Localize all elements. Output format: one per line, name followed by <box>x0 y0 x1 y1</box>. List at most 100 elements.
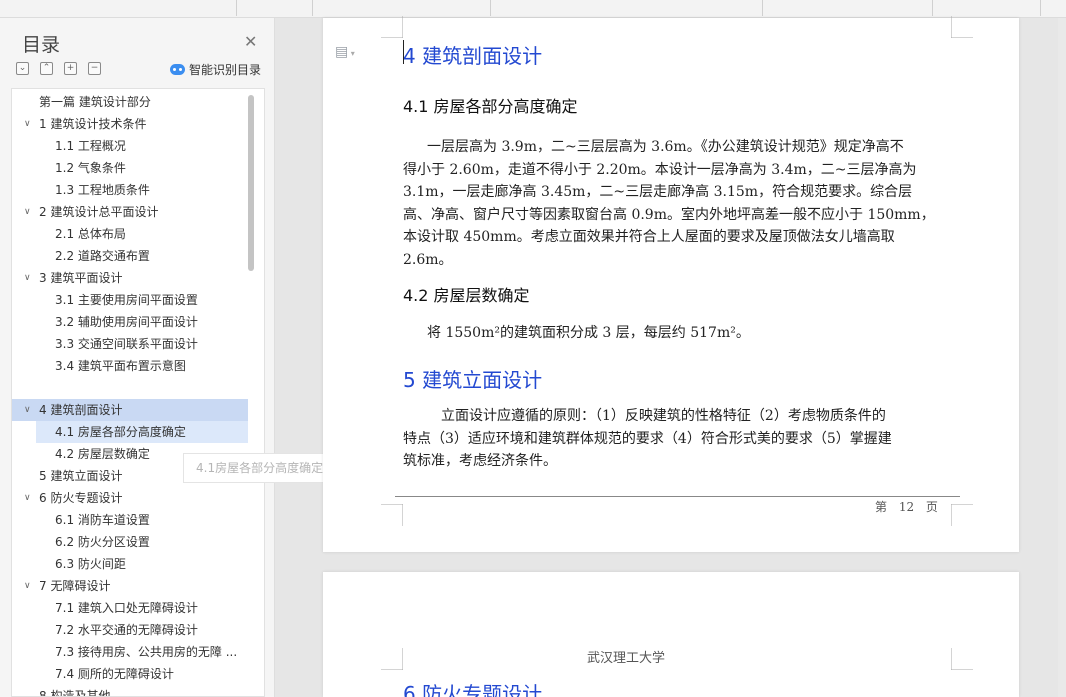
toolbar-separator <box>236 0 237 16</box>
paragraph-4-1[interactable]: 一层层高为 3.9m，二~三层层高为 3.6m。《办公建筑设计规范》规定净高不 … <box>403 136 963 271</box>
drag-ghost-label: 4.1房屋各部分高度确定 <box>183 453 337 483</box>
toc-item-label: 3.3 交通空间联系平面设计 <box>55 337 198 351</box>
toc-scrollbar[interactable] <box>248 95 254 271</box>
toc-item-6-1[interactable]: 6.1 消防车道设置 <box>12 509 248 531</box>
toc-item-label: 4 建筑剖面设计 <box>39 403 123 417</box>
toc-item-label: 4.2 房屋层数确定 <box>55 447 150 461</box>
toc-item-label: 6.1 消防车道设置 <box>55 513 150 527</box>
toc-item-label: 4.1 房屋各部分高度确定 <box>55 425 186 439</box>
chevron-down-icon[interactable]: ∨ <box>24 487 31 509</box>
paragraph-line: 本设计取 450mm。考虑立面效果并符合上人屋面的要求及屋顶做法女儿墙高取 <box>403 229 895 245</box>
chevron-down-icon[interactable]: ∨ <box>24 201 31 223</box>
heading-section-6[interactable]: 6 防火专题设计 <box>403 678 542 697</box>
toc-item-7-4[interactable]: 7.4 厕所的无障碍设计 <box>12 663 248 685</box>
toc-item-label: 3 建筑平面设计 <box>39 271 123 285</box>
toc-item-label: 5 建筑立面设计 <box>39 469 123 483</box>
toc-item-label: 1 建筑设计技术条件 <box>39 117 147 131</box>
toc-item-label: 8 构造及其他 <box>39 689 111 697</box>
footer-rule <box>395 496 960 497</box>
crop-mark <box>381 16 403 38</box>
toc-item-3-4[interactable]: 3.4 建筑平面布置示意图 <box>12 355 248 377</box>
toc-item-4-1[interactable]: 4.1 房屋各部分高度确定 <box>36 421 248 443</box>
document-icon[interactable]: ▤ ▾ <box>335 44 355 60</box>
paragraph-line: 将 1550m²的建筑面积分成 3 层，每层约 517m²。 <box>427 325 750 341</box>
vertical-scrollbar-track[interactable] <box>1058 18 1066 697</box>
toc-item-3-2[interactable]: 3.2 辅助使用房间平面设计 <box>12 311 248 333</box>
remove-heading-icon[interactable]: − <box>88 62 101 75</box>
toc-item-1-1[interactable]: 1.1 工程概况 <box>12 135 248 157</box>
toc-item-label: 6.2 防火分区设置 <box>55 535 150 549</box>
toc-item-label: 7.4 厕所的无障碍设计 <box>55 667 174 681</box>
toc-item-label: 3.2 辅助使用房间平面设计 <box>55 315 198 329</box>
toc-item-6-2[interactable]: 6.2 防火分区设置 <box>12 531 248 553</box>
toolbar-separator <box>1040 0 1041 16</box>
ai-robot-icon <box>170 64 185 75</box>
toc-title: 目录 <box>22 34 61 56</box>
toc-item-label: 6 防火专题设计 <box>39 491 123 505</box>
toc-chapter-2[interactable]: ∨ 2 建筑设计总平面设计 <box>12 201 248 223</box>
close-icon[interactable]: ✕ <box>244 32 257 51</box>
chevron-down-icon[interactable]: ∨ <box>24 575 31 597</box>
chevron-down-icon[interactable]: ∨ <box>24 399 31 421</box>
toc-item-1-2[interactable]: 1.2 气象条件 <box>12 157 248 179</box>
toc-item-label: 1.1 工程概况 <box>55 139 126 153</box>
toc-item-label: 7.2 水平交通的无障碍设计 <box>55 623 198 637</box>
paragraph-line: 2.6m。 <box>403 251 453 268</box>
toc-list: 第一篇 建筑设计部分 ∨ 1 建筑设计技术条件 1.1 工程概况 1.2 气象条件 1.3… <box>11 88 265 697</box>
toc-item-6-3[interactable]: 6.3 防火间距 <box>12 553 248 575</box>
toc-item-label: 3.4 建筑平面布置示意图 <box>55 359 186 373</box>
document-page[interactable]: 武汉理工大学 6 防火专题设计 <box>323 572 1019 697</box>
toc-item-7-2[interactable]: 7.2 水平交通的无障碍设计 <box>12 619 248 641</box>
paragraph-5[interactable]: 立面设计应遵循的原则：（1）反映建筑的性格特征（2）考虑物质条件的 特点（3）适… <box>403 405 963 473</box>
chevron-down-icon[interactable]: ∨ <box>24 267 31 289</box>
toc-chapter-7[interactable]: ∨ 7 无障碍设计 <box>12 575 248 597</box>
toc-item-2-2[interactable]: 2.2 道路交通布置 <box>12 245 248 267</box>
toc-chapter-3[interactable]: ∨ 3 建筑平面设计 <box>12 267 248 289</box>
ai-detect-toc-button[interactable]: 智能识别目录 <box>170 61 261 78</box>
heading-4-1[interactable]: 4.1 房屋各部分高度确定 <box>403 93 578 117</box>
collapse-all-icon[interactable]: ⌃ <box>40 62 53 75</box>
toc-item-label: 1.2 气象条件 <box>55 161 126 175</box>
ribbon-toolbar <box>0 0 1066 18</box>
chevron-down-icon[interactable]: ∨ <box>24 113 31 135</box>
toc-item-3-1[interactable]: 3.1 主要使用房间平面设置 <box>12 289 248 311</box>
toolbar-separator <box>490 0 491 16</box>
paragraph-line: 得小于 2.60m，走道不得小于 2.20m。本设计一层净高为 3.4m，二~三… <box>403 161 917 178</box>
toc-item-label: 7 无障碍设计 <box>39 579 111 593</box>
toc-item-label: 第一篇 建筑设计部分 <box>39 95 151 109</box>
crop-mark <box>951 16 973 38</box>
heading-4-2[interactable]: 4.2 房屋层数确定 <box>403 282 530 306</box>
crop-mark <box>381 648 403 670</box>
toc-chapter-6[interactable]: ∨ 6 防火专题设计 <box>12 487 248 509</box>
expand-all-icon[interactable]: ⌄ <box>16 62 29 75</box>
crop-mark <box>951 648 973 670</box>
toc-item-1-3[interactable]: 1.3 工程地质条件 <box>12 179 248 201</box>
page-number: 第 12 页 <box>875 500 938 514</box>
toc-item-label: 1.3 工程地质条件 <box>55 183 150 197</box>
toc-item-label: 2.1 总体布局 <box>55 227 126 241</box>
toolbar-separator <box>312 0 313 16</box>
toc-item-7-1[interactable]: 7.1 建筑入口处无障碍设计 <box>12 597 248 619</box>
paragraph-line: 筑标准，考虑经济条件。 <box>403 453 557 469</box>
paragraph-4-2[interactable]: 将 1550m²的建筑面积分成 3 层，每层约 517m²。 <box>403 322 963 345</box>
heading-section-5[interactable]: 5 建筑立面设计 <box>403 364 542 393</box>
toc-item-label: 2 建筑设计总平面设计 <box>39 205 159 219</box>
toc-item-label: 7.1 建筑入口处无障碍设计 <box>55 601 198 615</box>
document-page[interactable]: ▤ ▾ 4 建筑剖面设计 4.1 房屋各部分高度确定 一层层高为 3.9m，二~… <box>323 16 1019 552</box>
toc-item-label: 6.3 防火间距 <box>55 557 126 571</box>
toc-chapter-8[interactable]: 8 构造及其他 <box>12 685 248 697</box>
toc-item-label: 2.2 道路交通布置 <box>55 249 150 263</box>
heading-section-4[interactable]: 4 建筑剖面设计 <box>403 40 542 69</box>
add-heading-icon[interactable]: + <box>64 62 77 75</box>
toc-chapter-4[interactable]: ∨ 4 建筑剖面设计 <box>12 399 248 421</box>
toc-part-1[interactable]: 第一篇 建筑设计部分 <box>12 91 248 113</box>
paragraph-line: 立面设计应遵循的原则：（1）反映建筑的性格特征（2）考虑物质条件的 <box>441 408 886 424</box>
toc-item-label: 7.3 接待用房、公共用房的无障 ... <box>55 645 238 659</box>
toc-item-2-1[interactable]: 2.1 总体布局 <box>12 223 248 245</box>
toc-item-3-3[interactable]: 3.3 交通空间联系平面设计 <box>12 333 248 355</box>
toolbar-separator <box>762 0 763 16</box>
toc-item-7-3[interactable]: 7.3 接待用房、公共用房的无障 ... <box>12 641 248 663</box>
toc-chapter-1[interactable]: ∨ 1 建筑设计技术条件 <box>12 113 248 135</box>
paragraph-line: 高、净高、窗户尺寸等因素取窗台高 0.9m。室内外地坪高差一般不应小于 150m… <box>403 206 935 223</box>
toc-item-label: 3.1 主要使用房间平面设置 <box>55 293 198 307</box>
